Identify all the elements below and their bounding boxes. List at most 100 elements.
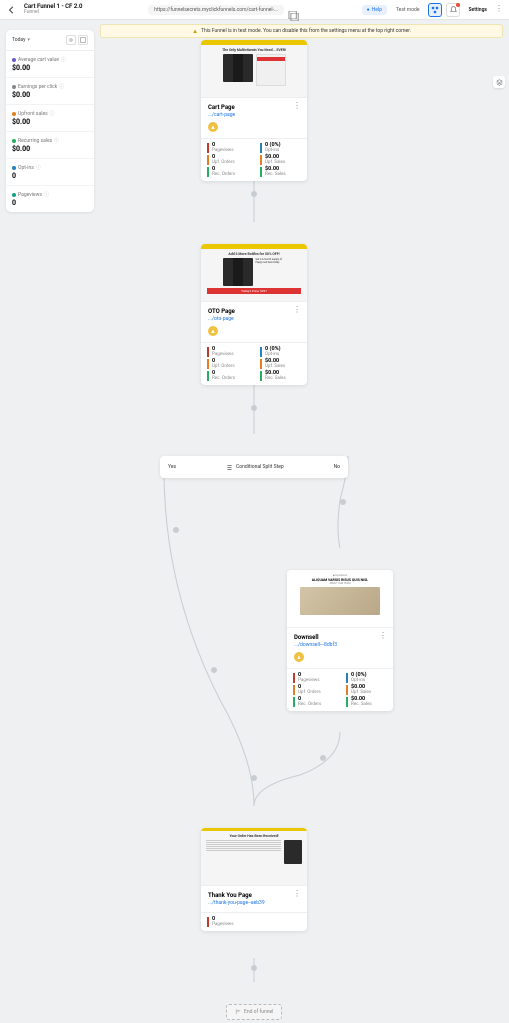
notifications-icon[interactable]: [446, 3, 460, 17]
metric-dot-icon: [12, 85, 16, 89]
stat-item: 0Upf. Orders: [207, 359, 252, 369]
stat-item: $0.00Rec. Sales: [346, 697, 391, 707]
stat-item: 0Rec. Orders: [207, 371, 252, 381]
back-button[interactable]: [6, 4, 18, 16]
stat-item: $0.00Upf. Sales: [260, 155, 305, 165]
flow-view-icon[interactable]: [428, 3, 442, 17]
metric-value: $0.00: [12, 64, 88, 72]
help-button[interactable]: Help: [362, 5, 387, 15]
stat-item: 0Pageviews: [207, 347, 252, 357]
metric-label: Opt-ins: [18, 165, 34, 171]
step-title: Downsell: [294, 634, 386, 641]
canvas-layers-icon[interactable]: [493, 76, 505, 88]
split-icon: [226, 464, 233, 471]
stat-item: $0.00Upf. Sales: [260, 359, 305, 369]
url-text[interactable]: https://funnelsecrets.myclickfunnels.com…: [148, 5, 284, 15]
metric-value: $0.00: [12, 145, 88, 153]
sidebar-metric: Opt-ins ⓘ 0: [6, 159, 94, 186]
metric-value: $0.00: [12, 118, 88, 126]
info-icon[interactable]: ⓘ: [54, 137, 59, 144]
step-menu-icon[interactable]: ⋮: [379, 634, 387, 637]
info-icon[interactable]: ⓘ: [59, 83, 64, 90]
metric-label: Recurring sales: [18, 138, 52, 144]
step-title: OTO Page: [208, 308, 300, 315]
step-link[interactable]: .../downsell---8dbf3: [294, 642, 386, 648]
stat-item: 0Upf. Orders: [207, 155, 252, 165]
stat-item: $0.00Rec. Sales: [260, 371, 305, 381]
info-icon[interactable]: ⓘ: [36, 164, 41, 171]
date-range-select[interactable]: Today▾: [12, 37, 30, 43]
info-icon[interactable]: ⓘ: [50, 110, 55, 117]
metric-dot-icon: [12, 193, 16, 197]
step-downsell[interactable]: ◆ logoipsum ALIQUAM VARIUS RISUS QUIS NI…: [287, 570, 393, 711]
metric-label: Pageviews: [18, 192, 42, 198]
step-link[interactable]: .../oto-page: [208, 316, 300, 322]
step-title: Thank You Page: [208, 892, 300, 899]
sidebar-metric: Pageviews ⓘ 0: [6, 186, 94, 212]
metric-value: $0.00: [12, 91, 88, 99]
metric-value: 0: [12, 199, 88, 207]
step-stats: 0Pageviews 0Upf. Orders 0Rec. Orders 0 (…: [201, 342, 307, 385]
metric-dot-icon: [12, 58, 16, 62]
sidebar-metric: Average cart value ⓘ $0.00: [6, 51, 94, 78]
stat-item: 0Pageviews: [293, 673, 338, 683]
step-menu-icon[interactable]: ⋮: [293, 104, 301, 107]
step-thumbnail: Your Order Has Been Received!: [201, 828, 307, 886]
step-thumbnail: ◆ logoipsum ALIQUAM VARIUS RISUS QUIS NI…: [287, 570, 393, 628]
step-oto-page[interactable]: Add 3 More Bottles for 50% OFF! Get a 6-…: [201, 244, 307, 385]
cond-no-label: No: [334, 464, 340, 470]
stat-item: 0 (0%)Opt-ins: [260, 347, 305, 357]
cond-yes-label: Yes: [168, 464, 176, 470]
step-cart-page[interactable]: The Only Multivitamin You Need... EVER! …: [201, 40, 307, 181]
banner-text: This Funnel is in test mode. You can dis…: [201, 28, 411, 34]
metric-label: Average cart value: [18, 57, 59, 63]
warning-icon[interactable]: ▲: [208, 122, 218, 132]
notification-dot: [456, 3, 460, 7]
end-of-funnel: End of funnel: [226, 1004, 282, 1020]
metric-dot-icon: [12, 112, 16, 116]
stat-item: 0Upf. Orders: [293, 685, 338, 695]
conditional-split-step[interactable]: Yes Conditional Split Step No: [160, 456, 348, 478]
step-stats: 0Pageviews: [201, 912, 307, 931]
sidebar-expand-icon[interactable]: [78, 35, 88, 45]
metric-label: Upfront sales: [18, 111, 48, 117]
step-menu-icon[interactable]: ⋮: [293, 308, 301, 311]
step-menu-icon[interactable]: ⋮: [293, 892, 301, 895]
settings-button[interactable]: Settings: [464, 5, 491, 15]
info-icon[interactable]: ⓘ: [61, 56, 66, 63]
url-display: https://funnelsecrets.myclickfunnels.com…: [148, 5, 296, 15]
page-title-block: Cart Funnel 1 - CF 2.0 Funnel: [24, 4, 82, 15]
stat-item: 0 (0%)Opt-ins: [260, 143, 305, 153]
stat-item: 0 (0%)Opt-ins: [346, 673, 391, 683]
funnel-subtitle: Funnel: [24, 10, 82, 15]
step-thumbnail: The Only Multivitamin You Need... EVER!: [201, 40, 307, 98]
stat-item: 0Pageviews: [207, 917, 305, 927]
sidebar-metric: Earnings per click ⓘ $0.00: [6, 78, 94, 105]
step-link[interactable]: .../thank-you-page--aeb39: [208, 900, 300, 906]
metric-label: Earnings per click: [18, 84, 57, 90]
stat-item: 0Rec. Orders: [293, 697, 338, 707]
chevron-down-icon: ▾: [27, 37, 30, 43]
test-mode-banner: ▲ This Funnel is in test mode. You can d…: [100, 24, 503, 38]
more-icon[interactable]: ⋮: [495, 8, 503, 10]
flag-icon: [235, 1009, 241, 1015]
app-header: Cart Funnel 1 - CF 2.0 Funnel https://fu…: [0, 0, 509, 20]
warning-icon: ▲: [192, 28, 198, 35]
step-thank-you[interactable]: Your Order Has Been Received! Thank You …: [201, 828, 307, 931]
copy-icon[interactable]: ⧉: [288, 6, 296, 14]
warning-icon[interactable]: ▲: [208, 326, 218, 336]
metric-value: 0: [12, 172, 88, 180]
metric-dot-icon: [12, 139, 16, 143]
test-mode-toggle[interactable]: Test mode: [391, 5, 425, 15]
cond-title: Conditional Split Step: [226, 464, 284, 471]
step-title: Cart Page: [208, 104, 300, 111]
sidebar-metric: Recurring sales ⓘ $0.00: [6, 132, 94, 159]
header-actions: Help Test mode Settings ⋮: [362, 3, 503, 17]
stats-sidebar: Today▾ Average cart value ⓘ $0.00 Earnin…: [6, 30, 94, 212]
info-icon[interactable]: ⓘ: [44, 191, 49, 198]
step-link[interactable]: .../cart-page: [208, 112, 300, 118]
warning-icon[interactable]: ▲: [294, 652, 304, 662]
stat-item: 0Rec. Orders: [207, 167, 252, 177]
metric-dot-icon: [12, 166, 16, 170]
sidebar-settings-icon[interactable]: [66, 35, 76, 45]
